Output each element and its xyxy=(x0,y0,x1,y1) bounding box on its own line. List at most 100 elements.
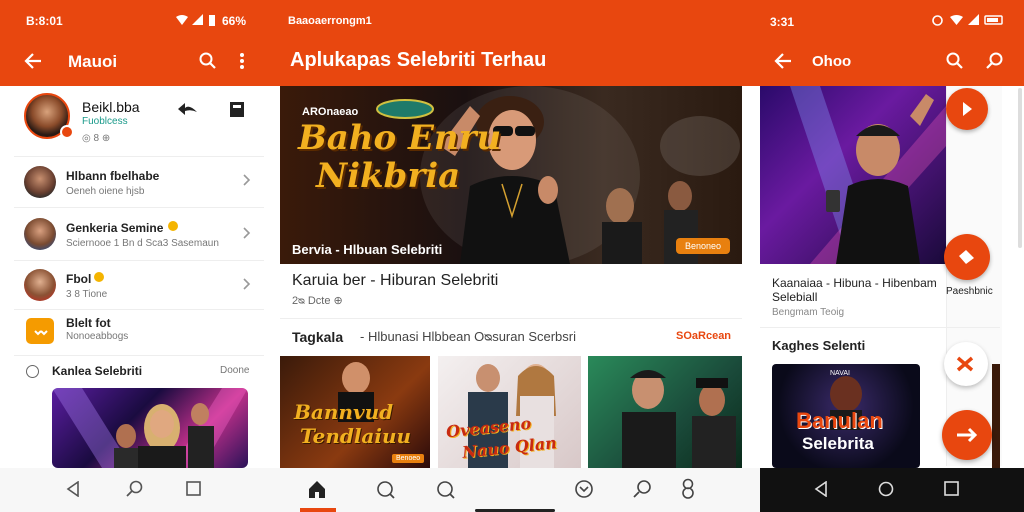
card-extra: Paeshbnic xyxy=(946,286,993,297)
alarm-icon xyxy=(932,15,943,26)
list-item-subtitle: Oeneh oiene hjsb xyxy=(66,186,145,197)
thumb-text-2: Selebrita xyxy=(802,434,874,453)
thumbnail-card[interactable] xyxy=(588,356,742,468)
hero-logo-top: AROnaeao xyxy=(302,106,359,118)
list-item-title: Blelt fot xyxy=(66,316,111,330)
nav-recents-icon[interactable] xyxy=(944,481,959,496)
list-item-subtitle: Sciernooe 1 Bn d Sca3 Sasemaun xyxy=(66,238,219,249)
radio-icon[interactable] xyxy=(26,365,39,378)
right-hero-image[interactable] xyxy=(760,86,946,264)
divider xyxy=(760,327,1000,328)
emoji-icon xyxy=(94,272,104,282)
home-icon[interactable] xyxy=(307,479,327,499)
thumb-badge: Benoeo xyxy=(392,454,425,463)
thumbnail-card[interactable]: NAVAI Banulan Selebrita xyxy=(772,364,920,468)
signal-icon xyxy=(968,14,979,25)
fab-like-button[interactable] xyxy=(944,234,990,280)
wifi-icon xyxy=(176,15,188,25)
section-title: Kanlea Selebriti xyxy=(52,364,143,378)
search-icon[interactable] xyxy=(199,52,217,70)
avatar xyxy=(24,269,56,301)
profile-meta: ◎ 8 ⊕ xyxy=(82,133,111,144)
avatar xyxy=(24,218,56,250)
section-header: Tagkala - Hlbunasi Hlbbean Oᴓsuran Scerb… xyxy=(280,318,742,352)
profile-tag: Fuoblcess xyxy=(82,116,128,127)
share-icon[interactable] xyxy=(177,100,197,118)
left-app-bar: Mauoi xyxy=(0,38,270,86)
list-item-title: Fbol xyxy=(66,272,92,286)
emoji-icon xyxy=(168,221,178,231)
hero-banner[interactable]: AROnaeao Baho Enru Nikbria Bervia - Hlbu… xyxy=(280,86,742,264)
card-meta: 2ᴓ Dcte ⊕ xyxy=(292,295,343,307)
nav-explore-icon[interactable] xyxy=(436,480,456,500)
bookmark-icon[interactable] xyxy=(230,102,244,117)
back-arrow-icon[interactable] xyxy=(24,52,42,70)
fab-forward-button[interactable] xyxy=(942,410,992,460)
nav-profile-icon[interactable] xyxy=(678,478,698,500)
card-subtitle: Bengmam Teoig xyxy=(772,307,845,318)
thumb-text-1: Banulan xyxy=(796,408,883,433)
find-icon[interactable] xyxy=(986,52,1004,70)
search-icon[interactable] xyxy=(946,52,964,70)
battery-icon xyxy=(208,14,216,26)
hero-badge[interactable]: Benoneo xyxy=(676,238,731,254)
chevron-right-icon xyxy=(243,278,251,290)
scrollbar[interactable] xyxy=(1018,88,1022,248)
center-app-bar: Aplukapas Selebriti Terhau xyxy=(270,36,760,86)
chevron-right-icon xyxy=(243,174,251,186)
avatar xyxy=(24,166,56,198)
nav-back-icon[interactable] xyxy=(66,481,80,497)
nav-recents-icon[interactable] xyxy=(186,481,201,496)
wifi-icon xyxy=(950,15,963,25)
profile-card[interactable]: Beikl.bba Fuoblcess ◎ 8 ⊕ xyxy=(14,88,264,152)
thumb-small-text: NAVAI xyxy=(830,370,850,377)
section-action[interactable]: SOaRcean xyxy=(676,330,731,342)
right-status-bar: 3:31 xyxy=(760,0,1024,38)
section-header: Kanlea Selebriti Doone xyxy=(14,355,264,385)
card-title[interactable]: Karuia ber - Hiburan Selebriti xyxy=(292,272,498,290)
list-item-title: Hlbann fbelhabe xyxy=(66,169,160,183)
status-time: B:8:01 xyxy=(26,14,63,28)
right-nav-bar xyxy=(760,468,1024,512)
avatar-badge xyxy=(60,125,74,139)
center-screen: Baaoaerrongm1 Aplukapas Selebriti Terhau… xyxy=(270,0,760,512)
left-status-bar: B:8:01 66% xyxy=(0,0,270,38)
app-bar-title: Mauoi xyxy=(68,52,118,71)
thumbnail-card-partial[interactable] xyxy=(992,364,1000,468)
nav-find-icon[interactable] xyxy=(632,479,652,499)
more-vert-icon[interactable] xyxy=(239,52,245,70)
section-subtitle: - Hlbunasi Hlbbean Oᴓsuran Scerbsri xyxy=(360,329,577,344)
list-item[interactable]: Genkeria Semine Sciernooe 1 Bn d Sca3 Sa… xyxy=(14,207,264,259)
active-tab-indicator xyxy=(300,508,336,512)
thumbnail-card[interactable]: Oveaseno Nauo Qlan xyxy=(438,356,581,468)
left-nav-bar xyxy=(0,468,270,512)
status-text: Baaoaerrongm1 xyxy=(288,15,372,27)
hero-caption: Bervia - Hlbuan Selebriti xyxy=(292,242,443,257)
nav-download-icon[interactable] xyxy=(574,479,594,499)
fab-next-button[interactable] xyxy=(946,88,988,130)
nav-back-icon[interactable] xyxy=(814,481,828,497)
nav-search-icon[interactable] xyxy=(376,480,396,500)
nav-home-icon[interactable] xyxy=(878,481,894,497)
card-title[interactable]: Kaanaiaa - Hibuna - Hibenbam Selebiall xyxy=(772,276,950,304)
right-app-bar: Ohoo xyxy=(760,38,1024,86)
section-title: Tagkala xyxy=(292,329,344,345)
concert-image[interactable] xyxy=(52,388,248,468)
back-arrow-icon[interactable] xyxy=(774,52,792,70)
center-bottom-nav xyxy=(270,468,760,512)
app-bar-title: Ohoo xyxy=(812,53,852,70)
chevron-right-icon xyxy=(243,227,251,239)
battery-icon xyxy=(984,15,1004,25)
right-screen: 3:31 Ohoo Kaanaiaa - Hibuna - Hibenbam S… xyxy=(760,0,1024,512)
list-item[interactable]: Hlbann fbelhabe Oeneh oiene hjsb xyxy=(14,156,264,206)
thumb-text-2: Tendlaiuu xyxy=(300,424,412,448)
left-screen: B:8:01 66% Mauoi Beikl.bba Fuoblcess ◎ 8… xyxy=(0,0,270,512)
list-item[interactable]: Fbol 3 8 Tione xyxy=(14,260,264,308)
fab-pin-button[interactable] xyxy=(944,342,988,386)
nav-search-icon[interactable] xyxy=(126,480,144,498)
thumbnail-card[interactable]: Bannvud Tendlaiuu Benoeo xyxy=(280,356,430,468)
section-title: Kaghes Selenti xyxy=(772,338,866,353)
list-item[interactable]: Blelt fot Nonoeabbogs xyxy=(14,309,264,355)
section-action[interactable]: Doone xyxy=(220,365,249,376)
center-status-bar: Baaoaerrongm1 xyxy=(270,0,760,36)
